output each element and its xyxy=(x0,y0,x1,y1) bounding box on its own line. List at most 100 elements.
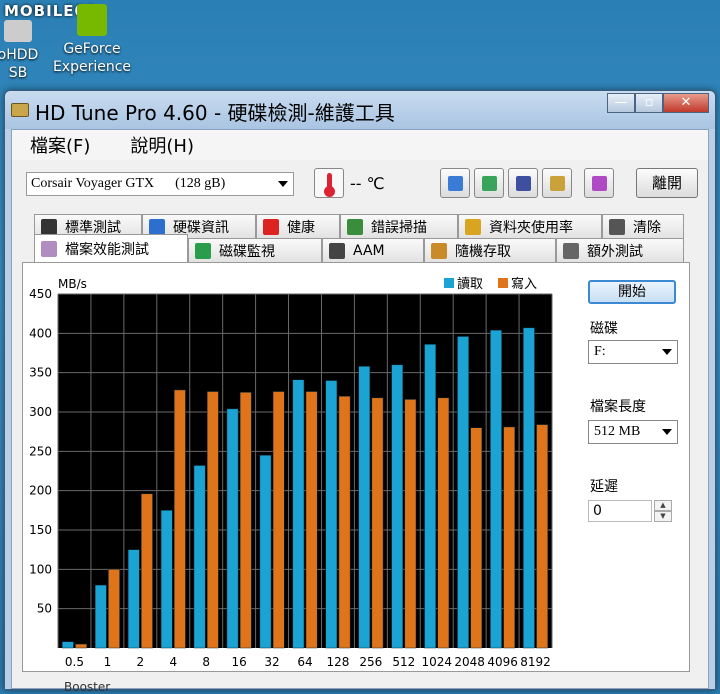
bar-write xyxy=(371,397,384,649)
copy-text-button[interactable] xyxy=(440,168,470,198)
hdtune-app-icon xyxy=(11,103,29,117)
bar-write xyxy=(141,493,153,649)
bar-write xyxy=(239,392,252,649)
y-tick-label: 400 xyxy=(29,326,52,340)
tab-random-access[interactable]: 隨機存取 xyxy=(424,238,556,262)
exit-button[interactable]: 離開 xyxy=(636,168,698,198)
bar-read xyxy=(259,455,272,649)
transfer-chart: 50 100 150 200 250 300 350 400 450 MB/s 0.5 1 2 4 8 16 3… xyxy=(29,276,553,669)
tab-label: 磁碟監視 xyxy=(219,243,275,260)
options-button[interactable] xyxy=(542,168,572,198)
screenshot-icon xyxy=(482,176,497,191)
bar-read xyxy=(523,327,535,649)
trophy-icon xyxy=(41,218,57,235)
bar-read xyxy=(391,364,404,649)
tab-label: 錯誤掃描 xyxy=(371,219,427,236)
minimize-button[interactable]: — xyxy=(607,93,635,113)
chevron-down-icon xyxy=(278,181,288,187)
tab-speaker[interactable]: AAM xyxy=(322,238,424,262)
stepper-down-icon[interactable]: ▼ xyxy=(654,511,672,522)
tab-label: 隨機存取 xyxy=(455,243,511,260)
desktop-icon-label: SB xyxy=(8,65,28,81)
bar-read xyxy=(193,465,206,649)
bar-write xyxy=(206,391,219,649)
bar-write xyxy=(108,569,120,649)
y-tick-label: 450 xyxy=(29,287,52,301)
chevron-down-icon xyxy=(662,349,672,355)
tab-file-benchmark[interactable]: 檔案效能測試 xyxy=(34,234,188,262)
health-cross-icon xyxy=(263,218,279,235)
legend-label: 寫入 xyxy=(511,276,537,292)
x-tick-label: 4096 xyxy=(487,655,518,669)
close-button[interactable]: ✕ xyxy=(663,93,709,113)
x-tick-label: 1024 xyxy=(421,655,452,669)
tab-monitor-chart[interactable]: 磁碟監視 xyxy=(188,238,322,262)
toolbar: Corsair Voyager GTX (128 gB) -- ℃ 離開 xyxy=(12,162,708,206)
disk-select[interactable]: F: xyxy=(588,340,678,364)
copy-screenshot-button[interactable] xyxy=(474,168,504,198)
stepper-up-icon[interactable]: ▲ xyxy=(654,500,672,511)
copy-icon xyxy=(448,176,463,191)
save-button[interactable] xyxy=(508,168,538,198)
magnifier-icon xyxy=(347,218,363,235)
file-length-select[interactable]: 512 MB xyxy=(588,420,678,444)
tabs-bottom-row: 檔案效能測試 磁碟監視 AAM 隨機存取 額外測試 xyxy=(34,234,688,262)
bar-read xyxy=(358,366,371,649)
floppy-icon xyxy=(516,176,531,191)
legend-swatch xyxy=(444,278,454,288)
tab-folder[interactable]: 資料夾使用率 xyxy=(458,214,602,238)
menu-help[interactable]: 說明(H) xyxy=(130,132,194,158)
hdd-app-icon xyxy=(4,20,32,42)
info-icon xyxy=(149,218,165,235)
tab-magnifier[interactable]: 錯誤掃描 xyxy=(340,214,458,238)
file-benchmark-icon xyxy=(41,240,57,257)
bar-write xyxy=(404,399,417,649)
bar-write xyxy=(272,391,285,649)
bar-read xyxy=(292,379,305,649)
desktop-icon-hdd[interactable]: oHDD SB xyxy=(0,20,42,82)
download-button[interactable] xyxy=(584,168,614,198)
start-button[interactable]: 開始 xyxy=(588,280,676,304)
x-tick-label: 8192 xyxy=(520,655,551,669)
desktop-icon-label: GeForce xyxy=(63,41,121,57)
bar-read xyxy=(457,336,469,649)
folder-icon xyxy=(465,218,481,235)
title-bar[interactable]: HD Tune Pro 4.60 - 硬碟檢測-維護工具 — ▫ ✕ xyxy=(5,91,715,129)
y-tick-label: 350 xyxy=(29,366,52,380)
tab-extra-tests[interactable]: 額外測試 xyxy=(556,238,684,262)
maximize-button[interactable]: ▫ xyxy=(635,93,663,113)
tab-health-cross[interactable]: 健康 xyxy=(256,214,340,238)
bar-write xyxy=(338,396,351,649)
tab-label: 檔案效能測試 xyxy=(65,241,149,258)
x-tick-label: 64 xyxy=(297,655,312,669)
delay-input[interactable]: 0 xyxy=(588,500,652,522)
tab-label: 清除 xyxy=(633,219,661,236)
thermometer-icon xyxy=(314,168,344,198)
tab-label: 健康 xyxy=(287,219,315,236)
y-tick-label: 50 xyxy=(37,602,52,616)
bar-read xyxy=(490,329,502,649)
tab-label: AAM xyxy=(353,242,385,259)
x-tick-label: 512 xyxy=(392,655,415,669)
bar-write xyxy=(305,391,318,649)
speaker-icon xyxy=(329,242,345,259)
file-length-label: 檔案長度 xyxy=(590,399,646,415)
tab-trash[interactable]: 清除 xyxy=(602,214,684,238)
bar-write xyxy=(75,643,87,649)
drive-select[interactable]: Corsair Voyager GTX (128 gB) xyxy=(26,172,294,196)
bar-read xyxy=(94,584,107,649)
x-tick-label: 4 xyxy=(169,655,177,669)
menu-file[interactable]: 檔案(F) xyxy=(30,132,90,158)
bar-write xyxy=(503,426,516,649)
desktop-icon-geforce[interactable]: GeForce Experience xyxy=(52,4,132,76)
y-tick-label: 250 xyxy=(29,444,52,458)
options-icon xyxy=(550,176,565,191)
x-tick-label: 8 xyxy=(202,655,210,669)
delay-stepper[interactable]: ▲ ▼ xyxy=(654,500,672,522)
legend-label: 讀取 xyxy=(457,277,483,292)
window-title: HD Tune Pro 4.60 - 硬碟檢測-維護工具 xyxy=(35,101,395,125)
chevron-down-icon xyxy=(662,429,672,435)
bar-write xyxy=(437,397,450,649)
bar-write xyxy=(536,424,548,649)
bar-read xyxy=(160,510,173,649)
